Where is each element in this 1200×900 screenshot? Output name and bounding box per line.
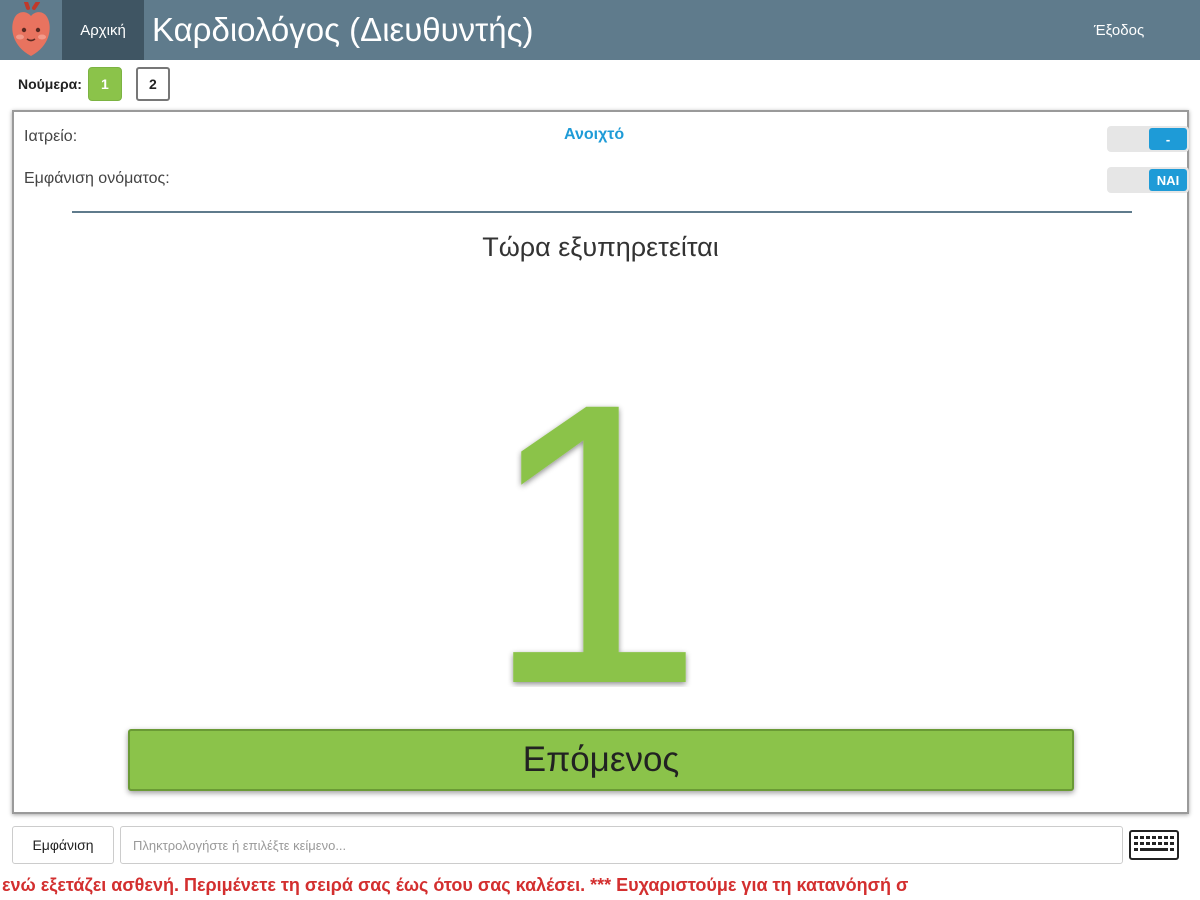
divider [72, 211, 1132, 213]
office-label: Ιατρείο: [24, 128, 78, 145]
show-name-toggle[interactable]: ΝΑΙ [1107, 167, 1189, 193]
next-button[interactable]: Επόμενος [128, 729, 1074, 791]
current-number: 1 [494, 397, 694, 687]
numbers-selector: Νούμερα: 1 2 [18, 66, 184, 102]
office-toggle-knob: - [1149, 128, 1187, 150]
number-button-1[interactable]: 1 [87, 67, 122, 101]
show-name-label: Εμφάνιση ονόματος: [24, 170, 170, 187]
queue-panel: Ιατρείο: Ανοιχτό - Εμφάνιση ονόματος: ΝΑ… [12, 110, 1189, 814]
announcement-ticker: ό ενώ εξετάζει ασθενή. Περιμένετε τη σει… [0, 875, 909, 895]
keyboard-icon[interactable] [1128, 828, 1180, 862]
numbers-label: Νούμερα: [18, 76, 82, 92]
logout-link[interactable]: Έξοδος [1060, 0, 1178, 60]
heart-mascot-icon [6, 0, 56, 58]
message-input[interactable] [120, 826, 1123, 864]
show-name-toggle-knob: ΝΑΙ [1149, 169, 1187, 191]
show-button[interactable]: Εμφάνιση [12, 826, 114, 864]
page-title: Καρδιολόγος (Διευθυντής) [152, 11, 534, 48]
top-bar: Αρχική Καρδιολόγος (Διευθυντής) Έξοδος [0, 0, 1200, 60]
now-serving-label: Τώρα εξυπηρετείται [482, 232, 719, 262]
current-number-display: 1 [483, 320, 705, 767]
home-tab[interactable]: Αρχική [62, 0, 144, 60]
office-status: Ανοιχτό [564, 126, 625, 143]
number-button-2[interactable]: 2 [135, 67, 170, 101]
office-toggle[interactable]: - [1107, 126, 1189, 152]
